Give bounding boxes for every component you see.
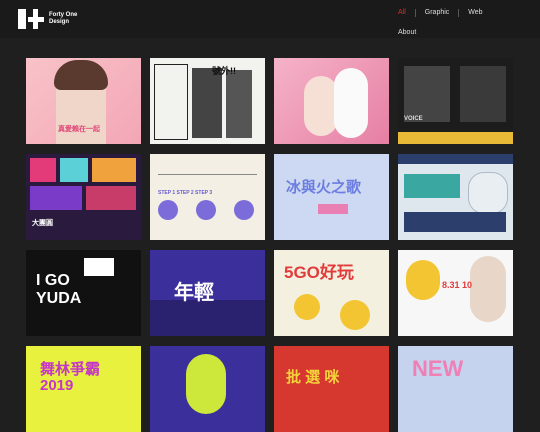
portfolio-tile[interactable]: VOICE (398, 58, 513, 144)
portfolio-tile[interactable] (398, 154, 513, 240)
portfolio-tile[interactable]: 8.31 10 (398, 250, 513, 336)
portfolio-tile[interactable]: 真愛賴在一起 (26, 58, 141, 144)
nav-item-all[interactable]: All (388, 9, 415, 17)
tile-title: 8.31 10 (442, 280, 473, 290)
portfolio-tile[interactable]: I GO YUDA (26, 250, 141, 336)
tile-title: 冰與火之歌 (286, 179, 362, 196)
tile-title: 大團圓 (32, 220, 53, 227)
portfolio-tile[interactable]: 5GO好玩 (274, 250, 389, 336)
tile-title: NEW (412, 356, 464, 381)
tile-title: 真愛賴在一起 (58, 126, 100, 133)
portfolio-tile[interactable]: 號外!! (150, 58, 265, 144)
portfolio-tile[interactable] (150, 346, 265, 432)
nav-item-about[interactable]: About (398, 29, 416, 37)
logo-mark-icon (18, 9, 44, 29)
tile-title: 5GO好玩 (284, 263, 354, 282)
tile-title: 批 選 咪 (286, 369, 340, 386)
tile-title: 年輕 (174, 282, 214, 304)
nav-item-graphic[interactable]: Graphic (414, 9, 459, 17)
portfolio-tile[interactable]: 舞林爭霸 2019 (26, 346, 141, 432)
logo-name-line2: Design (49, 19, 70, 25)
site-header: Forty One Design All Graphic Web About (0, 0, 540, 38)
main-nav: All Graphic Web About (388, 0, 540, 40)
portfolio-tile[interactable]: 冰與火之歌 (274, 154, 389, 240)
tile-title: I GO YUDA (36, 272, 82, 307)
portfolio-tile[interactable]: NEW (398, 346, 513, 432)
logo-name-line1: Forty One (49, 12, 78, 18)
portfolio-grid: 真愛賴在一起 號外!! VOICE 大團圓 STEP 1 STEP 2 STEP… (26, 58, 515, 432)
portfolio-tile[interactable]: 批 選 咪 (274, 346, 389, 432)
portfolio-tile[interactable]: 年輕 (150, 250, 265, 336)
portfolio-tile[interactable]: 大團圓 (26, 154, 141, 240)
portfolio-tile[interactable]: STEP 1 STEP 2 STEP 3 (150, 154, 265, 240)
logo[interactable]: Forty One Design (18, 9, 77, 29)
tile-title: 號外!! (212, 66, 236, 76)
portfolio-tile[interactable] (274, 58, 389, 144)
tile-title: 舞林爭霸 2019 (40, 361, 101, 394)
logo-text: Forty One Design (49, 12, 77, 26)
tile-title: STEP 1 STEP 2 STEP 3 (158, 190, 213, 196)
nav-item-web[interactable]: Web (458, 9, 491, 17)
tile-title: VOICE (404, 116, 423, 122)
